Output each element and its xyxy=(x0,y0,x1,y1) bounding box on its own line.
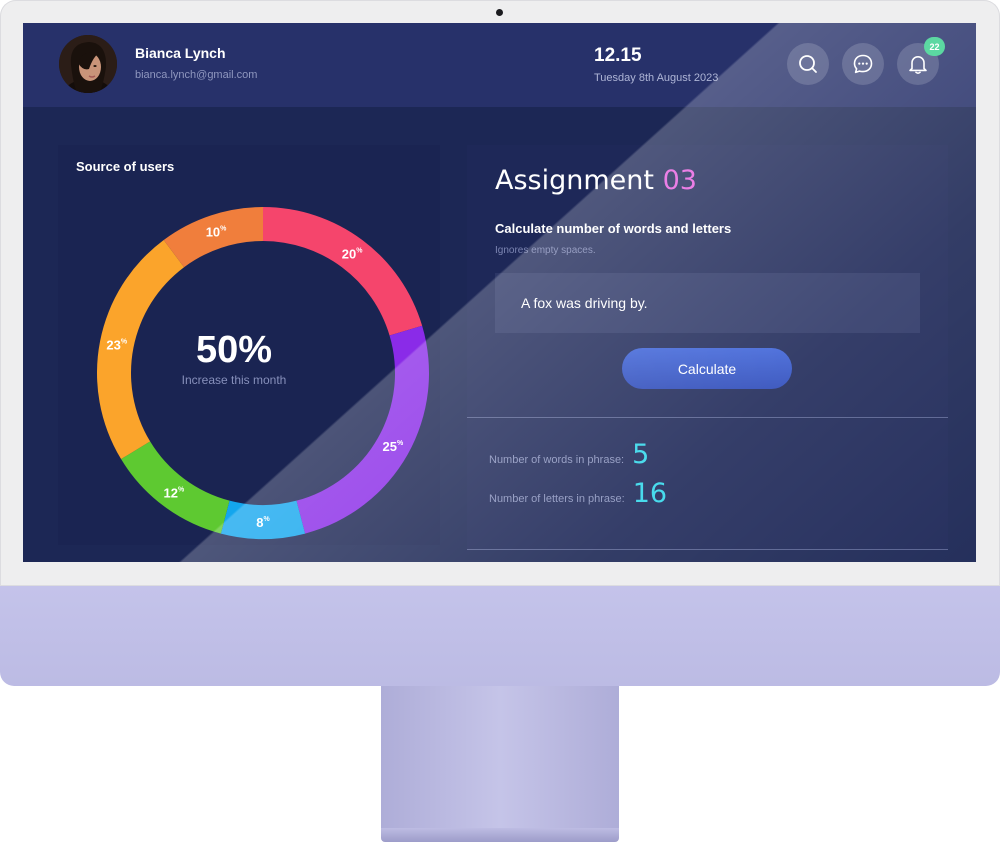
bell-icon xyxy=(909,56,927,74)
monitor-foot xyxy=(381,828,619,842)
words-label: Number of words in phrase: xyxy=(489,454,625,466)
phrase-input[interactable]: A fox was driving by. xyxy=(495,273,920,333)
source-of-users-panel: Source of users 20% 25% 8% 12% 23% 10% 50% In… xyxy=(58,145,440,545)
divider-top xyxy=(467,417,948,418)
assignment-title: Assignment 03 xyxy=(495,165,697,196)
messages-button[interactable] xyxy=(842,43,884,85)
letters-label: Number of letters in phrase: xyxy=(489,493,625,505)
assignment-hint: Ignores empty spaces. xyxy=(495,245,596,256)
monitor-stand xyxy=(381,686,619,830)
top-bar: Bianca Lynch bianca.lynch@gmail.com 12.1… xyxy=(23,23,976,107)
monitor-chin xyxy=(0,586,1000,686)
words-result-row: Number of words in phrase: 5 xyxy=(489,439,649,470)
calculate-button[interactable]: Calculate xyxy=(622,348,792,389)
search-button[interactable] xyxy=(787,43,829,85)
letters-value: 16 xyxy=(632,478,668,509)
avatar-portrait xyxy=(59,35,117,93)
screen: Bianca Lynch bianca.lynch@gmail.com 12.1… xyxy=(23,23,976,562)
results-panel: Number of words in phrase: 5 Number of l… xyxy=(467,419,948,549)
letters-result-row: Number of letters in phrase: 16 xyxy=(489,478,667,509)
donut-slice-20 xyxy=(263,207,423,336)
clock-time: 12.15 xyxy=(594,45,642,66)
search-icon xyxy=(799,55,817,73)
user-name: Bianca Lynch xyxy=(135,45,226,61)
avatar[interactable] xyxy=(59,35,117,93)
assignment-title-text: Assignment xyxy=(495,165,654,196)
center-value: 50% xyxy=(195,329,273,371)
clock-date: Tuesday 8th August 2023 xyxy=(594,72,719,84)
notification-count-badge: 22 xyxy=(924,37,945,56)
words-value: 5 xyxy=(632,439,650,470)
chat-icon xyxy=(853,54,873,74)
center-label: Increase this month xyxy=(181,373,287,387)
user-email: bianca.lynch@gmail.com xyxy=(135,69,258,81)
assignment-subtitle: Calculate number of words and letters xyxy=(495,221,732,236)
divider-bottom xyxy=(467,549,948,550)
assignment-number: 03 xyxy=(662,165,697,196)
camera-dot xyxy=(496,9,503,16)
assignment-panel: Assignment 03 Calculate number of words … xyxy=(467,145,948,417)
